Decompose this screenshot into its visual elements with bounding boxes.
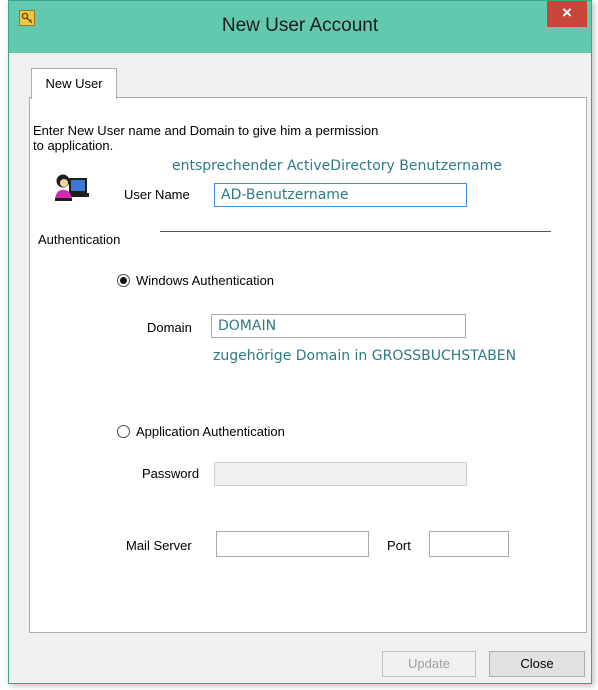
domain-hint: zugehörige Domain in GROSSBUCHSTABEN (213, 348, 517, 364)
intro-text-line1: Enter New User name and Domain to give h… (33, 123, 379, 138)
application-authentication-label[interactable]: Application Authentication (136, 424, 285, 439)
title-bar[interactable]: New User Account × (9, 1, 591, 53)
mail-server-input[interactable] (216, 531, 369, 557)
window-title: New User Account (221, 15, 379, 36)
user-name-input[interactable]: AD-Benutzername (214, 183, 467, 207)
password-label: Password (142, 466, 200, 481)
tab-new-user[interactable]: New User (31, 68, 117, 99)
windows-authentication-label[interactable]: Windows Authentication (136, 273, 274, 288)
user-name-label: User Name (124, 187, 190, 202)
domain-label: Domain (147, 320, 192, 335)
user-name-hint: entsprechender ActiveDirectory Benutzern… (172, 158, 502, 174)
authentication-group-label: Authentication (38, 232, 121, 247)
mail-server-label: Mail Server (126, 538, 192, 553)
dialog-window: New User Account × New User (8, 0, 592, 684)
window-close-button[interactable]: × (547, 1, 587, 27)
domain-input[interactable]: DOMAIN (211, 314, 466, 338)
close-button[interactable]: Close (489, 651, 585, 677)
port-input[interactable] (429, 531, 509, 557)
update-button[interactable]: Update (382, 651, 476, 677)
windows-authentication-radio[interactable] (117, 274, 130, 287)
password-input (214, 462, 467, 486)
port-label: Port (387, 538, 411, 553)
application-authentication-radio[interactable] (117, 425, 130, 438)
authentication-divider (160, 231, 551, 232)
intro-text-line2: to application. (33, 138, 114, 153)
user-at-computer-icon (52, 172, 92, 206)
